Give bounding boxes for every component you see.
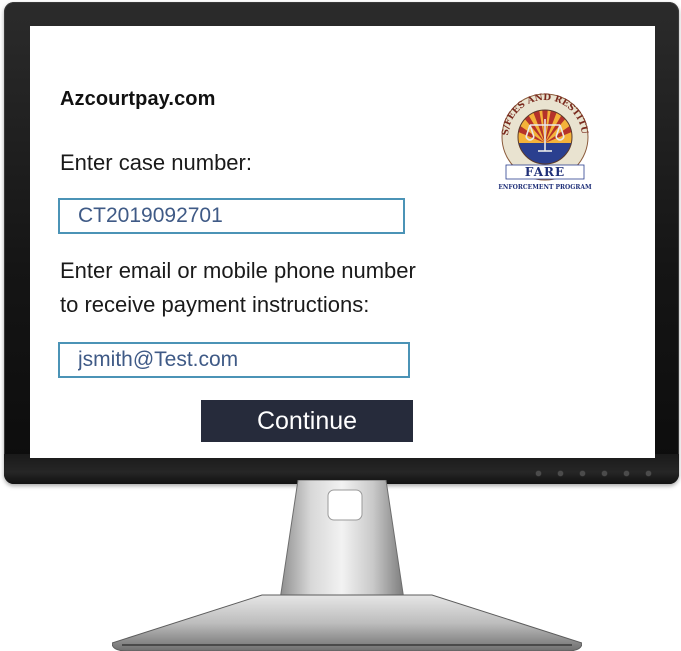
case-number-label: Enter case number: — [60, 150, 252, 175]
email-or-phone-input[interactable] — [58, 342, 410, 378]
contact-label: Enter email or mobile phone number to re… — [60, 254, 540, 322]
contact-label-line-2: to receive payment instructions: — [60, 292, 370, 317]
indicator-light — [536, 471, 541, 476]
monitor-indicator-lights — [536, 471, 651, 476]
monitor-screen: Azcourtpay.com Enter case number: Enter … — [30, 26, 655, 458]
continue-button[interactable]: Continue — [201, 400, 413, 442]
indicator-light — [624, 471, 629, 476]
indicator-light — [580, 471, 585, 476]
scene: Azcourtpay.com Enter case number: Enter … — [0, 0, 681, 651]
logo-subtitle: ENFORCEMENT PROGRAM — [498, 184, 592, 191]
logo-name: FARE — [525, 165, 565, 179]
contact-label-line-1: Enter email or mobile phone number — [60, 258, 416, 283]
indicator-light — [602, 471, 607, 476]
site-title: Azcourtpay.com — [60, 88, 216, 110]
monitor-stand-base — [112, 594, 582, 651]
indicator-light — [646, 471, 651, 476]
fare-logo: FINES/FEES AND RESTITUTION — [492, 81, 592, 191]
case-number-input[interactable] — [58, 198, 405, 234]
indicator-light — [558, 471, 563, 476]
